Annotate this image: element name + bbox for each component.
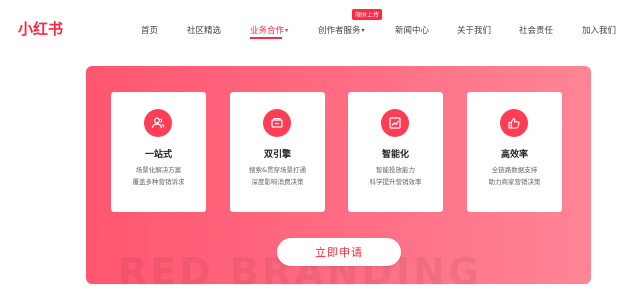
card-description: 覆盖多种营销诉求 (132, 178, 185, 186)
card-description: 深度影响消费决策 (251, 178, 304, 186)
chevron-down-icon: ▾ (285, 27, 289, 34)
nav-item-label: 首页 (141, 26, 159, 36)
nav-item-home[interactable]: 首页 (141, 24, 158, 36)
nav-item-community[interactable]: 社区精选 (187, 24, 221, 36)
feature-card-intelligent: 智能化 智能投放能力 科学提升营销效率 (348, 92, 443, 212)
card-title: 高效率 (500, 150, 528, 160)
chart-icon (381, 109, 409, 137)
card-description: 科学提升营销效率 (369, 178, 422, 186)
card-description: 全链路数据支持 (491, 166, 538, 174)
apply-now-button[interactable]: 立即申请 (277, 238, 401, 266)
card-description: 场景化解决方案 (135, 166, 182, 174)
users-icon (144, 109, 172, 137)
feature-card-efficiency: 高效率 全链路数据支持 助力商家营销决策 (467, 92, 562, 212)
card-title: 一站式 (144, 150, 172, 160)
nav-item-label: 创作者服务 (318, 26, 361, 36)
top-navigation-bar: 小红书 限时上传 首页 社区精选 业务合作▾ 创作者服务▾ 新闻中心 关于我们 … (0, 0, 640, 58)
nav-item-label: 社会责任 (519, 26, 554, 36)
new-badge: 限时上传 (352, 9, 383, 20)
card-description: 助力商家营销决策 (488, 178, 541, 186)
nav-item-about[interactable]: 关于我们 (457, 24, 491, 36)
main-nav: 首页 社区精选 业务合作▾ 创作者服务▾ 新闻中心 关于我们 社会责任 加入我们 (0, 24, 640, 40)
card-description: 搜索&贯穿场景打通 (248, 166, 307, 174)
card-description: 智能投放能力 (376, 166, 415, 174)
nav-item-label: 关于我们 (457, 26, 492, 36)
active-indicator (250, 37, 283, 39)
nav-item-label: 新闻中心 (395, 26, 430, 36)
chevron-down-icon: ▾ (361, 27, 365, 34)
thumbs-up-icon (500, 109, 528, 137)
engine-icon (263, 109, 291, 137)
card-title: 智能化 (381, 150, 409, 160)
nav-item-label: 加入我们 (582, 26, 617, 36)
nav-item-join[interactable]: 加入我们 (582, 24, 616, 36)
nav-item-responsibility[interactable]: 社会责任 (519, 24, 553, 36)
nav-item-business[interactable]: 业务合作▾ (250, 24, 289, 39)
nav-item-label: 业务合作 (250, 26, 285, 36)
nav-item-creator[interactable]: 创作者服务▾ (318, 24, 365, 36)
feature-card-one-stop: 一站式 场景化解决方案 覆盖多种营销诉求 (111, 92, 206, 212)
card-title: 双引擎 (263, 150, 291, 160)
nav-item-news[interactable]: 新闻中心 (395, 24, 429, 36)
feature-card-dual-engine: 双引擎 搜索&贯穿场景打通 深度影响消费决策 (230, 92, 325, 212)
nav-item-label: 社区精选 (187, 26, 222, 36)
